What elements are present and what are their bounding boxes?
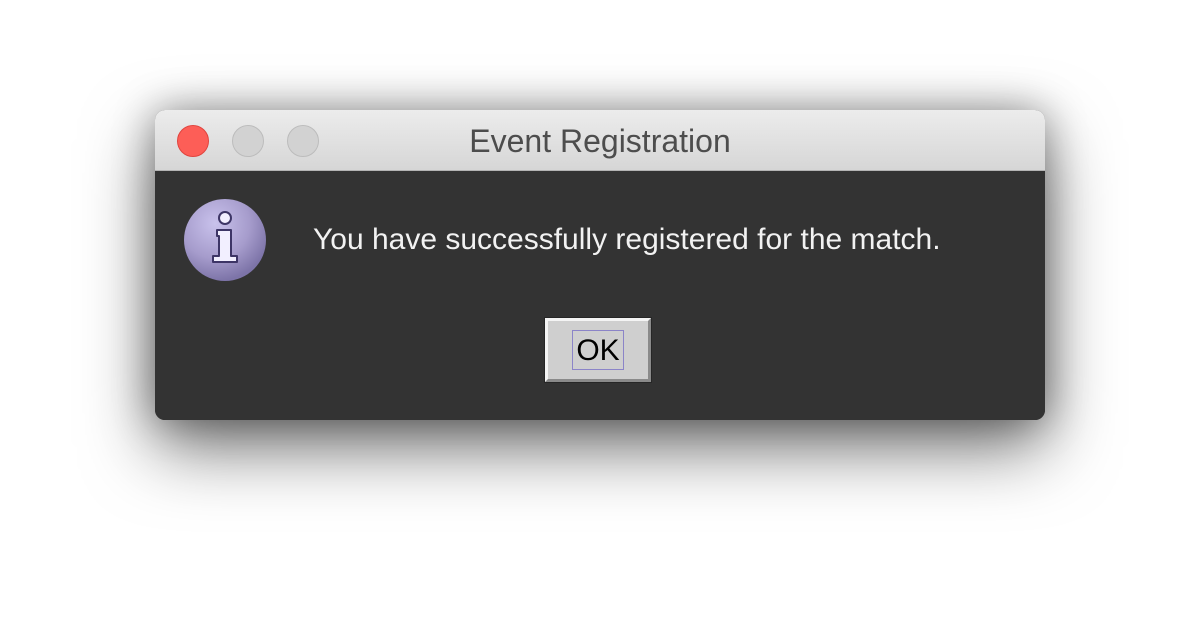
window-title: Event Registration bbox=[469, 123, 731, 159]
ok-button-label: OK bbox=[572, 330, 624, 370]
event-registration-dialog: Event Registration You have successfully… bbox=[155, 110, 1045, 420]
info-icon bbox=[184, 199, 266, 281]
ok-button[interactable]: OK bbox=[544, 317, 652, 383]
window-titlebar[interactable]: Event Registration bbox=[155, 110, 1045, 171]
success-message: You have successfully registered for the… bbox=[313, 223, 941, 256]
dialog-content: You have successfully registered for the… bbox=[155, 171, 1045, 420]
